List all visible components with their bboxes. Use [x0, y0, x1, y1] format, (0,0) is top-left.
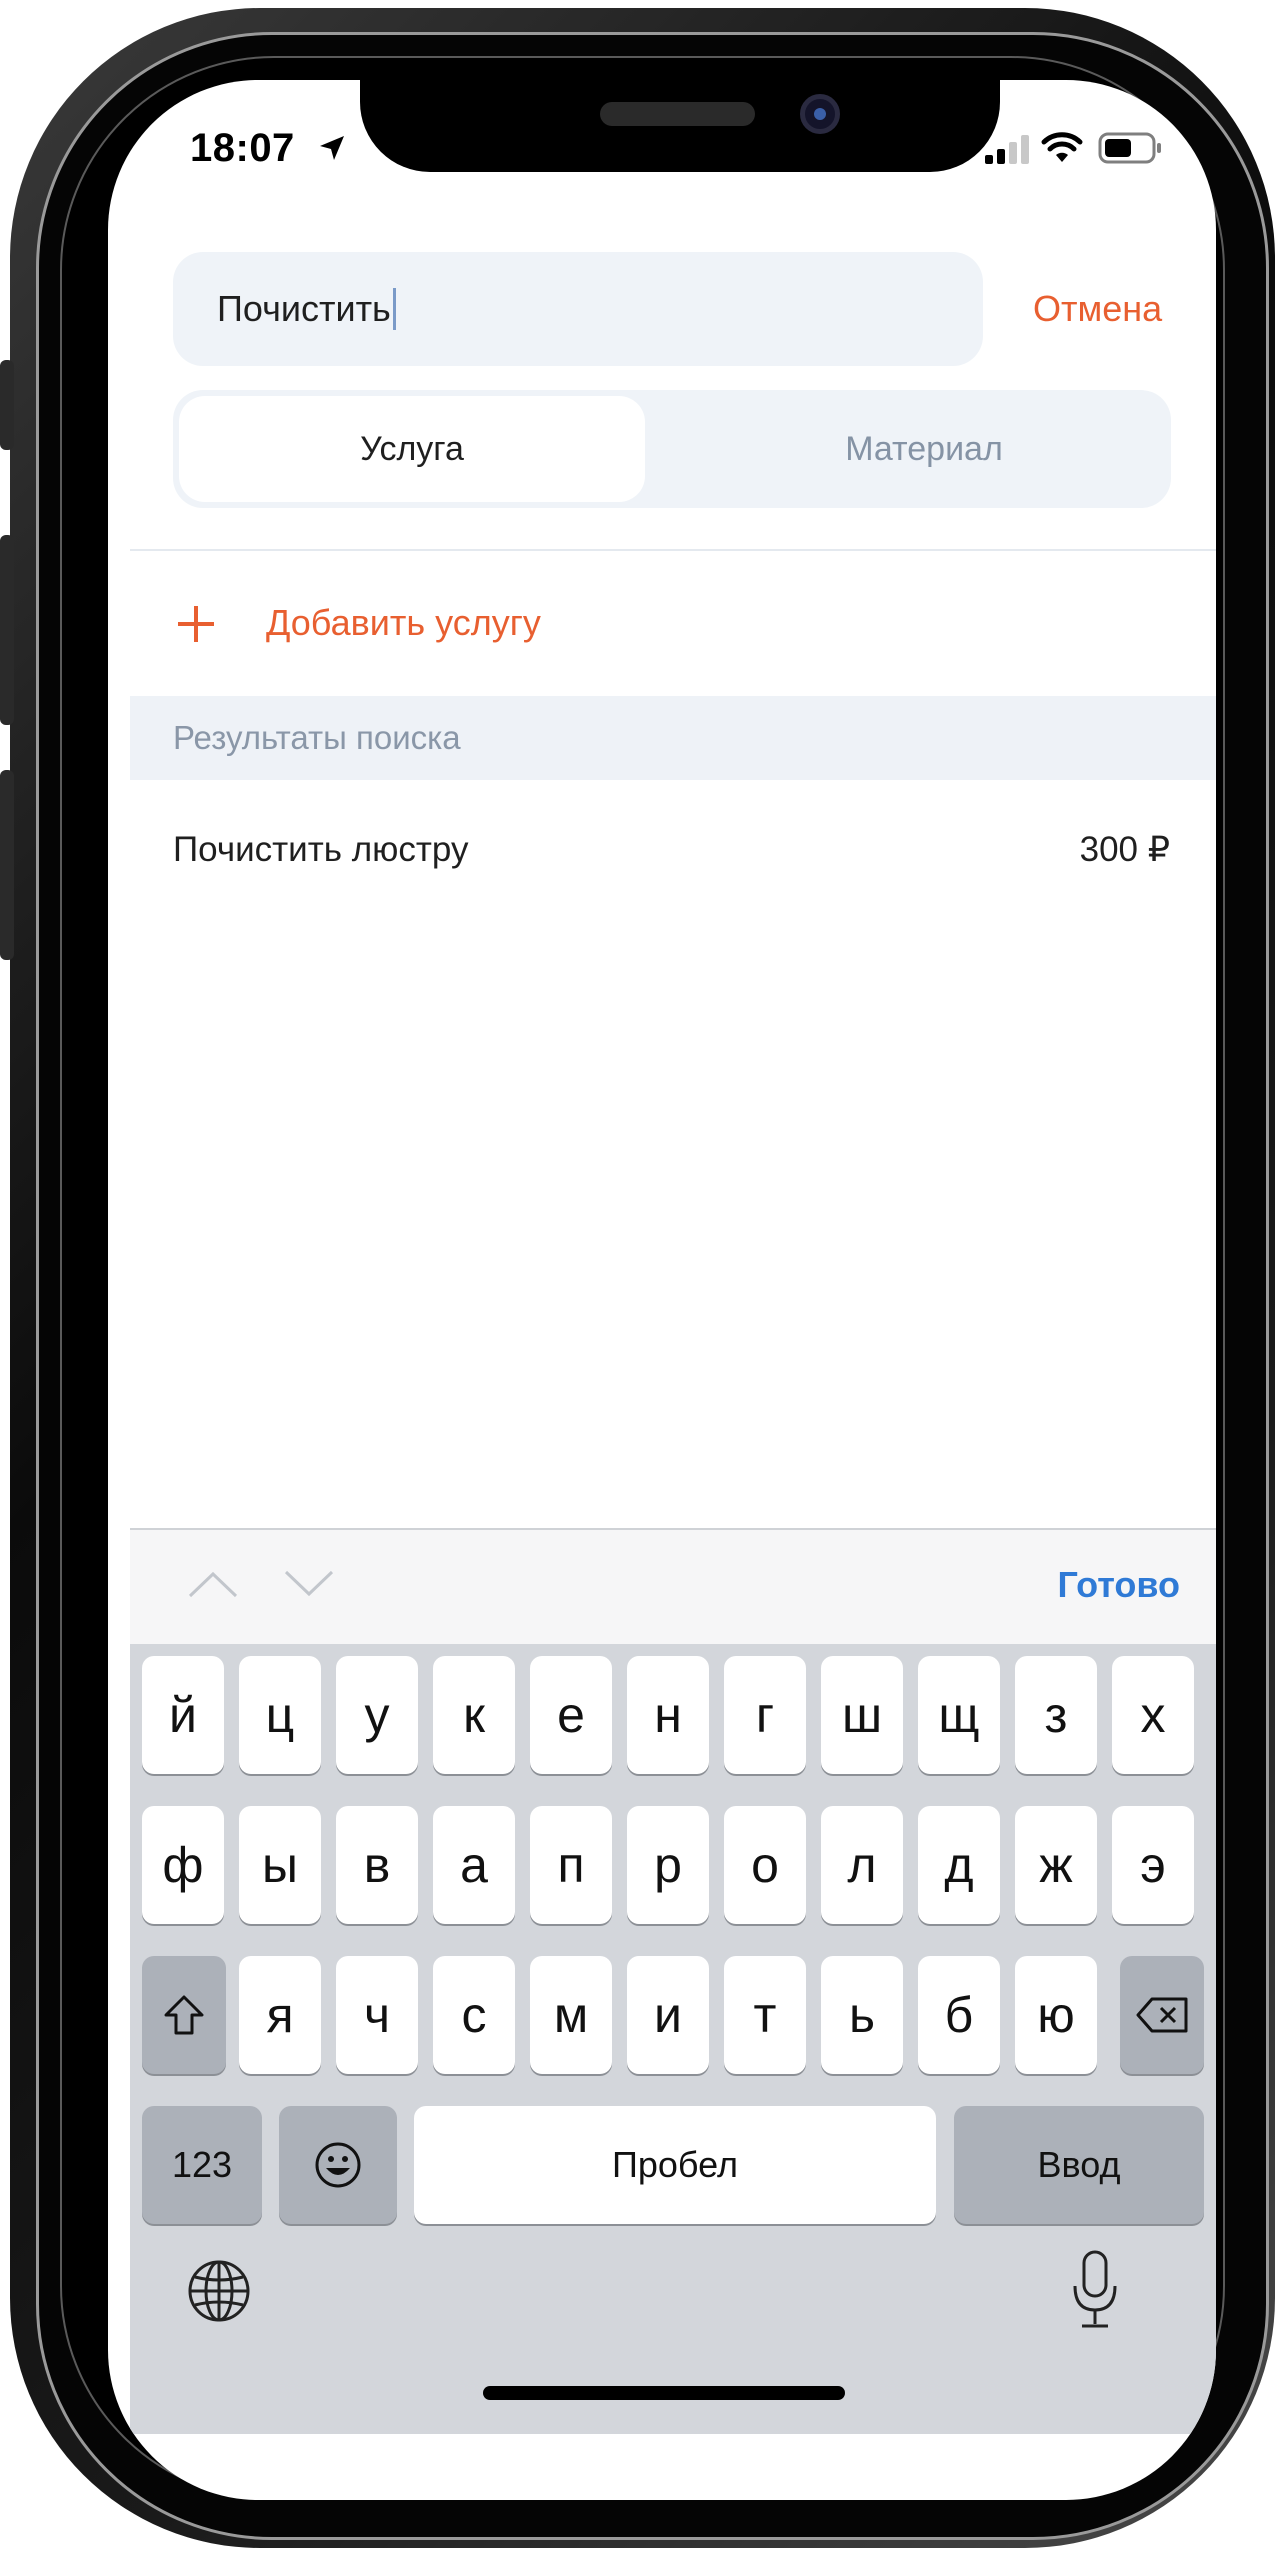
key-letter[interactable]: я: [239, 1956, 321, 2074]
key-letter[interactable]: б: [918, 1956, 1000, 2074]
side-button-volume-up: [0, 535, 14, 725]
notch: [360, 80, 1000, 172]
side-button-volume-down: [0, 770, 14, 960]
key-letter[interactable]: х: [1112, 1656, 1194, 1774]
emoji-icon: [315, 2142, 361, 2188]
space-key[interactable]: Пробел: [414, 2106, 936, 2224]
key-letter[interactable]: м: [530, 1956, 612, 2074]
key-letter[interactable]: ы: [239, 1806, 321, 1924]
key-letter[interactable]: д: [918, 1806, 1000, 1924]
keyboard-toolbar: Готово: [130, 1528, 1216, 1644]
microphone-icon[interactable]: [1070, 2248, 1120, 2332]
chevron-up-icon[interactable]: [186, 1566, 240, 1602]
backspace-key[interactable]: [1120, 1956, 1204, 2074]
search-input-value: Почистить: [217, 288, 391, 329]
side-button-silent: [0, 360, 14, 450]
key-letter[interactable]: е: [530, 1656, 612, 1774]
header-divider: [130, 549, 1216, 551]
key-letter[interactable]: ь: [821, 1956, 903, 2074]
key-letter[interactable]: о: [724, 1806, 806, 1924]
cancel-button[interactable]: Отмена: [1033, 288, 1162, 330]
tab-material[interactable]: Материал: [691, 430, 1157, 469]
front-camera: [800, 94, 840, 134]
globe-icon[interactable]: [186, 2258, 252, 2324]
key-letter[interactable]: в: [336, 1806, 418, 1924]
keyboard: йцукенгшщзх фывапролджэ ячсмитьбю 123 Пр…: [130, 1644, 1216, 2434]
cellular-signal-icon: [985, 135, 1029, 164]
key-letter[interactable]: с: [433, 1956, 515, 2074]
search-input[interactable]: Почистить: [173, 252, 983, 366]
location-arrow-icon: [320, 136, 344, 160]
key-letter[interactable]: щ: [918, 1656, 1000, 1774]
return-key[interactable]: Ввод: [954, 2106, 1204, 2224]
status-time: 18:07: [190, 126, 295, 170]
key-letter[interactable]: р: [627, 1806, 709, 1924]
key-letter[interactable]: т: [724, 1956, 806, 2074]
key-letter[interactable]: и: [627, 1956, 709, 2074]
key-letter[interactable]: з: [1015, 1656, 1097, 1774]
shift-key[interactable]: [142, 1956, 226, 2074]
key-letter[interactable]: у: [336, 1656, 418, 1774]
done-button[interactable]: Готово: [1057, 1564, 1180, 1606]
key-letter[interactable]: ч: [336, 1956, 418, 2074]
result-name: Почистить люстру: [173, 830, 469, 869]
phone-screen: 18:07 Почистить Отмена Услуга Материал Д…: [108, 80, 1216, 2500]
add-service-button[interactable]: Добавить услугу: [266, 602, 541, 644]
result-price: 300 ₽: [1079, 830, 1170, 869]
key-letter[interactable]: п: [530, 1806, 612, 1924]
key-letter[interactable]: ж: [1015, 1806, 1097, 1924]
emoji-key[interactable]: [279, 2106, 397, 2224]
key-letter[interactable]: ю: [1015, 1956, 1097, 2074]
earpiece-speaker: [600, 102, 755, 126]
key-letter[interactable]: ф: [142, 1806, 224, 1924]
plus-icon[interactable]: [176, 604, 216, 644]
key-letter[interactable]: а: [433, 1806, 515, 1924]
results-header-label: Результаты поиска: [173, 719, 461, 756]
wifi-icon: [1041, 132, 1083, 162]
key-letter[interactable]: л: [821, 1806, 903, 1924]
backspace-icon: [1136, 1997, 1188, 2033]
tab-service[interactable]: Услуга: [179, 430, 645, 469]
type-segmented-control: Услуга Материал: [173, 390, 1171, 508]
key-letter[interactable]: э: [1112, 1806, 1194, 1924]
home-indicator[interactable]: [483, 2386, 845, 2400]
key-letter[interactable]: й: [142, 1656, 224, 1774]
key-letter[interactable]: ц: [239, 1656, 321, 1774]
battery-icon: [1098, 132, 1161, 164]
text-caret: [392, 288, 396, 330]
key-letter[interactable]: ш: [821, 1656, 903, 1774]
list-item[interactable]: Почистить люстру 300 ₽: [130, 800, 1216, 920]
shift-icon: [164, 1995, 204, 2035]
key-letter[interactable]: г: [724, 1656, 806, 1774]
key-letter[interactable]: к: [433, 1656, 515, 1774]
key-letter[interactable]: н: [627, 1656, 709, 1774]
numbers-key[interactable]: 123: [142, 2106, 262, 2224]
chevron-down-icon[interactable]: [282, 1566, 336, 1602]
results-section-header: Результаты поиска: [130, 696, 1216, 780]
